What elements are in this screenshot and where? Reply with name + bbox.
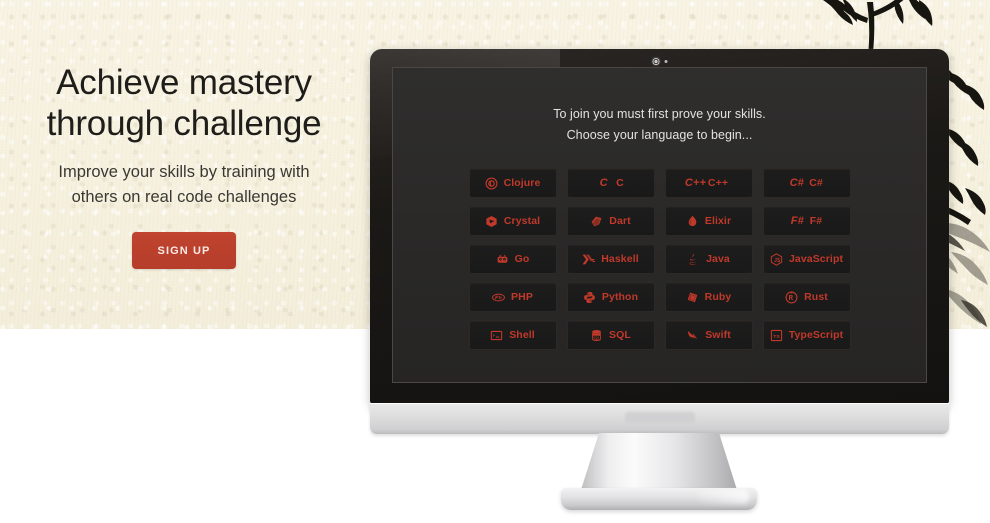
language-tile-label: PHP — [511, 291, 533, 303]
csharp-icon: C# — [789, 176, 804, 189]
hero-title-line-1: Achieve mastery — [56, 63, 312, 102]
language-tile-rust[interactable]: Rust — [762, 282, 851, 312]
svg-text:TS: TS — [773, 333, 780, 339]
language-tile-label: JavaScript — [788, 253, 844, 265]
elixir-icon — [686, 215, 699, 228]
clojure-icon — [485, 177, 498, 190]
language-tile-label: Haskell — [601, 253, 639, 265]
hero-copy: Achieve mastery through challenge Improv… — [0, 62, 368, 269]
language-tile-label: Rust — [804, 291, 828, 303]
python-icon — [583, 291, 596, 304]
monitor-stand-neck — [580, 433, 738, 493]
language-tile-elixir[interactable]: Elixir — [664, 206, 753, 236]
language-tile-crystal[interactable]: Crystal — [468, 206, 557, 236]
language-tile-c[interactable]: CC — [566, 168, 655, 198]
rust-icon — [785, 291, 798, 304]
monitor-device: To join you must first prove your skills… — [370, 49, 949, 404]
language-tile-swift[interactable]: Swift — [664, 320, 753, 350]
language-tile-label: Swift — [705, 329, 731, 341]
haskell-icon — [582, 253, 596, 266]
monitor-screen: To join you must first prove your skills… — [392, 67, 927, 383]
shell-terminal-icon — [490, 329, 503, 342]
dart-icon — [590, 215, 603, 228]
cpp-icon: C++ — [684, 176, 706, 189]
javascript-icon — [770, 252, 783, 266]
language-tile-label: F# — [809, 215, 823, 227]
language-tile-label: C# — [809, 177, 823, 189]
svg-text:SQL: SQL — [593, 335, 599, 339]
webcam-assembly — [652, 58, 667, 65]
language-tile-clojure[interactable]: Clojure — [468, 168, 557, 198]
language-tile-php[interactable]: PHP — [468, 282, 557, 312]
webcam-lens-icon — [652, 58, 659, 65]
language-tile-shell[interactable]: Shell — [468, 320, 557, 350]
language-tile-f[interactable]: F# F# — [762, 206, 851, 236]
hero-subtitle-line-1: Improve your skills by training with — [58, 163, 310, 181]
java-icon — [687, 253, 700, 266]
language-tile-dart[interactable]: Dart — [566, 206, 655, 236]
language-tile-label: Crystal — [503, 215, 541, 227]
language-tile-python[interactable]: Python — [566, 282, 655, 312]
ruby-icon — [686, 291, 699, 304]
language-tile-label: Clojure — [503, 177, 541, 189]
monitor-stand-base — [561, 488, 757, 510]
screen-prompt: To join you must first prove your skills… — [393, 68, 926, 146]
typescript-icon: TS — [770, 329, 783, 342]
language-tile-java[interactable]: Java — [664, 244, 753, 274]
crystal-icon — [485, 215, 498, 228]
language-tile-haskell[interactable]: Haskell — [566, 244, 655, 274]
php-icon — [492, 291, 505, 304]
signup-button-wrapper: SIGN UP — [0, 232, 368, 269]
hero-title-line-2: through challenge — [46, 104, 322, 143]
screen-prompt-line-2: Choose your language to begin... — [566, 128, 753, 142]
fsharp-icon: F# — [790, 214, 804, 227]
sql-database-icon: SQL — [590, 329, 603, 342]
sign-up-button[interactable]: SIGN UP — [131, 232, 237, 269]
hero-subtitle: Improve your skills by training with oth… — [0, 160, 368, 210]
language-tile-ruby[interactable]: Ruby — [664, 282, 753, 312]
language-tile-label: Ruby — [704, 291, 732, 303]
screen-prompt-line-1: To join you must first prove your skills… — [553, 107, 766, 121]
language-tile-label: Go — [514, 253, 530, 265]
page-root: Achieve mastery through challenge Improv… — [0, 0, 990, 523]
language-tile-c[interactable]: C++ C++ — [664, 168, 753, 198]
language-tile-typescript[interactable]: TS TypeScript — [762, 320, 851, 350]
language-tile-sql[interactable]: SQL SQL — [566, 320, 655, 350]
language-tile-label: Python — [601, 291, 639, 303]
language-tile-label: C++ — [707, 177, 729, 189]
monitor-brand-logo — [624, 412, 695, 423]
language-selection-grid: Clojure C C C++ C++ C# C# Crystal Dart Elixir F# F#… — [465, 168, 855, 350]
c-icon: C — [599, 176, 608, 189]
go-gopher-icon — [496, 253, 509, 266]
language-tile-go[interactable]: Go — [468, 244, 557, 274]
hero-subtitle-line-2: others on real code challenges — [71, 188, 297, 206]
page-title: Achieve mastery through challenge — [0, 62, 368, 144]
language-tile-javascript[interactable]: JavaScript — [762, 244, 851, 274]
language-tile-label: C — [616, 177, 624, 189]
monitor-bezel: To join you must first prove your skills… — [370, 49, 949, 404]
monitor-chin — [370, 403, 949, 434]
language-tile-label: Java — [706, 253, 730, 265]
language-tile-label: SQL — [609, 329, 631, 341]
language-tile-label: Shell — [509, 329, 535, 341]
language-tile-label: Elixir — [704, 215, 732, 227]
language-tile-label: TypeScript — [788, 329, 844, 341]
language-tile-c[interactable]: C# C# — [762, 168, 851, 198]
swift-bird-icon — [686, 329, 699, 342]
language-tile-label: Dart — [609, 215, 631, 227]
webcam-led-icon — [664, 60, 667, 63]
